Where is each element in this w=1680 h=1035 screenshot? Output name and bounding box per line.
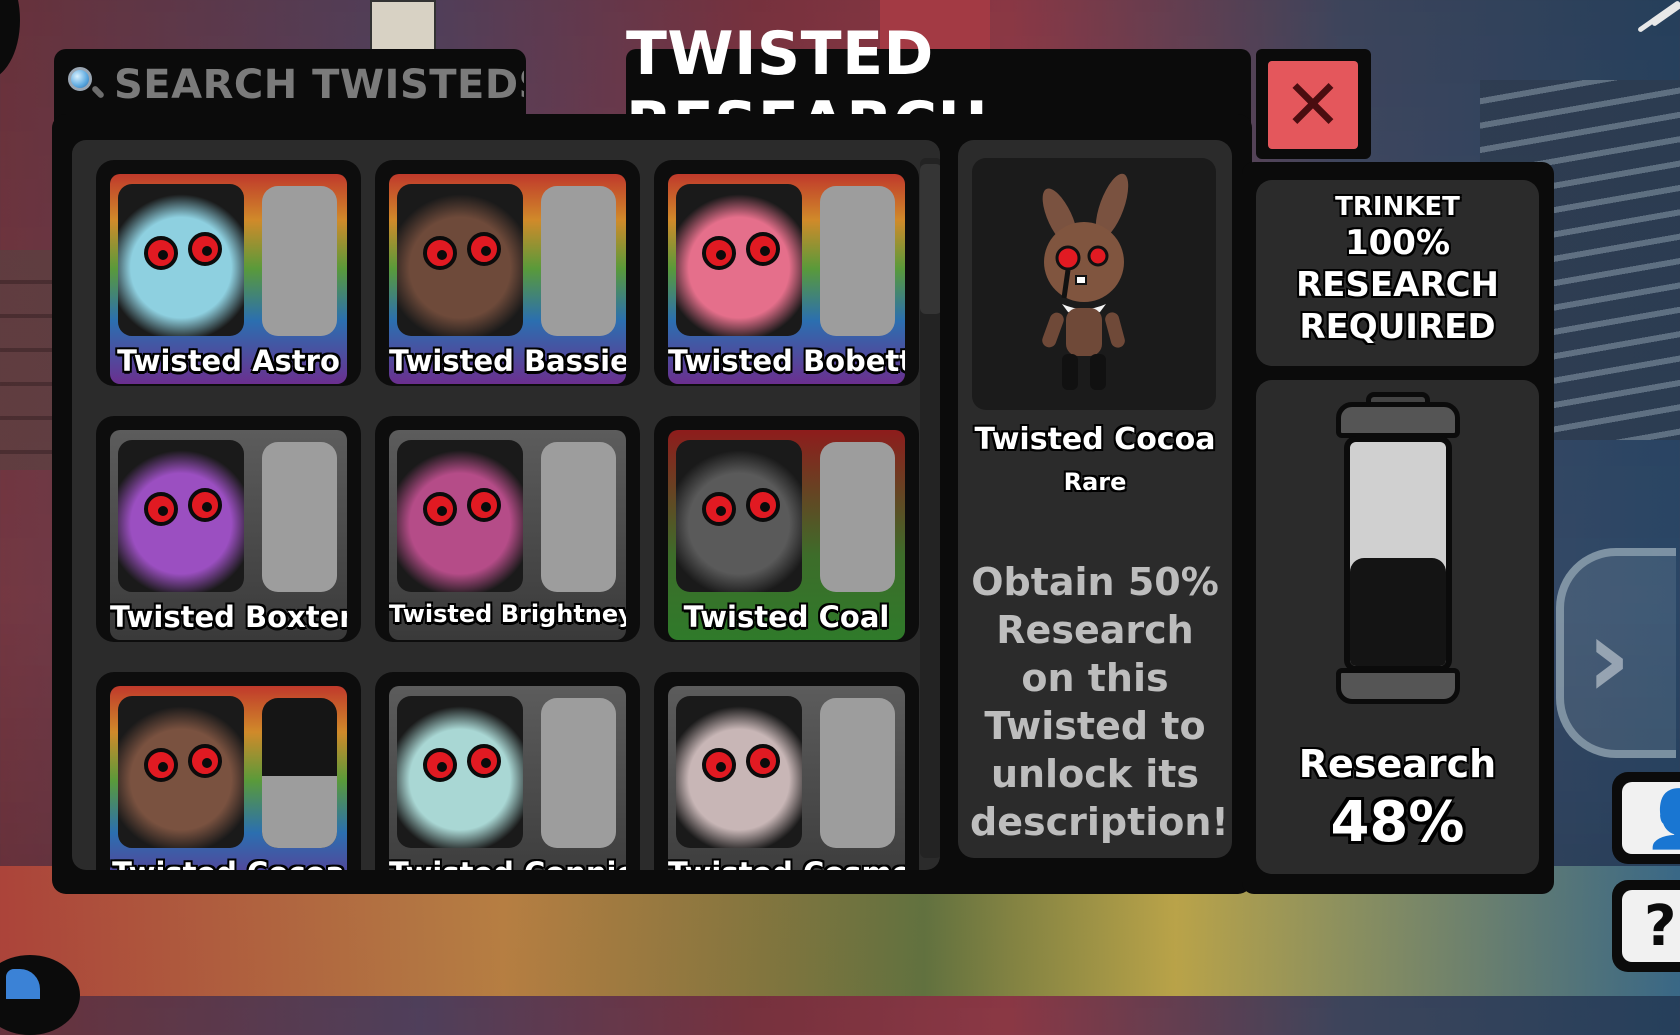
- research-percent: 48%: [1330, 790, 1465, 855]
- twisted-card-name: Twisted Cosmo: [668, 856, 905, 870]
- twisted-card-background: Twisted Cosmo: [668, 686, 905, 870]
- research-fill: [1350, 558, 1446, 666]
- twisted-card[interactable]: Twisted Coal: [654, 416, 919, 642]
- eye-icon: [746, 488, 780, 522]
- profile-button[interactable]: 👤: [1612, 772, 1680, 864]
- trinket-requirement-box: TRINKET 100% RESEARCH REQUIRED: [1256, 180, 1539, 366]
- research-canister-icon: [1326, 392, 1470, 712]
- twisted-card[interactable]: Twisted Cocoa: [96, 672, 361, 870]
- corner-hud-decoration: [0, 0, 20, 80]
- research-slot: [262, 186, 337, 336]
- eye-icon: [188, 232, 222, 266]
- twisted-card[interactable]: Twisted Cosmo: [654, 672, 919, 870]
- twisted-card-name: Twisted Cocoa: [110, 856, 347, 870]
- research-progress-box: Research 48%: [1256, 380, 1539, 874]
- detail-name: Twisted Cocoa: [974, 422, 1216, 457]
- research-slot: [262, 698, 337, 848]
- eye-icon: [188, 744, 222, 778]
- eye-icon: [702, 236, 736, 270]
- eye-icon: [423, 492, 457, 526]
- close-button[interactable]: ✕: [1268, 61, 1358, 149]
- twisted-portrait: [118, 696, 244, 848]
- research-slot: [820, 698, 895, 848]
- cocoa-figure-image: [1042, 173, 1129, 390]
- research-slot: [820, 186, 895, 336]
- research-side-panel: TRINKET 100% RESEARCH REQUIRED Research …: [1242, 162, 1554, 894]
- eye-icon: [746, 744, 780, 778]
- search-icon: [66, 65, 106, 105]
- eye-icon: [144, 748, 178, 782]
- twisted-card-name: Twisted Boxten: [110, 600, 347, 634]
- scrollbar-thumb[interactable]: [920, 164, 940, 314]
- twisted-card[interactable]: Twisted Brightney: [375, 416, 640, 642]
- research-label: Research: [1298, 742, 1497, 786]
- twisted-card-background: Twisted Bassie: [389, 174, 626, 384]
- research-slot: [541, 442, 616, 592]
- twisted-card-background: Twisted Boxten: [110, 430, 347, 640]
- eye-icon: [702, 748, 736, 782]
- twisted-portrait: [397, 184, 523, 336]
- search-input[interactable]: [112, 61, 526, 109]
- research-slot: [820, 442, 895, 592]
- background-poster: [370, 0, 436, 52]
- research-slot: [541, 186, 616, 336]
- twisted-card-background: Twisted Brightney: [389, 430, 626, 640]
- research-slot: [262, 442, 337, 592]
- twisted-portrait: [676, 184, 802, 336]
- search-bar: [54, 49, 526, 121]
- eye-icon: [467, 488, 501, 522]
- close-icon: ✕: [1283, 64, 1343, 146]
- trinket-requirement-text: 100% RESEARCH REQUIRED: [1295, 223, 1500, 347]
- twisted-card-background: Twisted Astro: [110, 174, 347, 384]
- twisted-card[interactable]: Twisted Boxten: [96, 416, 361, 642]
- twisted-card-background: Twisted Bobette: [668, 174, 905, 384]
- twisted-card-background: Twisted Coal: [668, 430, 905, 640]
- twisted-card[interactable]: Twisted Bassie: [375, 160, 640, 386]
- twisted-portrait: [397, 440, 523, 592]
- twisted-portrait: [118, 440, 244, 592]
- twisted-card-background: Twisted Connie: [389, 686, 626, 870]
- detail-portrait: [972, 158, 1216, 410]
- research-slot-fill: [262, 776, 337, 848]
- close-button-frame: ✕: [1256, 49, 1371, 159]
- twisted-portrait: [676, 696, 802, 848]
- detail-description: Obtain 50% Research on this Twisted to u…: [970, 560, 1229, 844]
- detail-rarity-badge: Rare: [1063, 468, 1127, 496]
- eye-icon: [467, 744, 501, 778]
- next-page-button[interactable]: ›: [1556, 548, 1676, 758]
- user-icon: 👤: [1644, 787, 1680, 852]
- top-right-marker-icon: [1630, 0, 1680, 33]
- twisted-card[interactable]: Twisted Connie: [375, 672, 640, 870]
- eye-icon: [467, 232, 501, 266]
- twisted-card-background: Twisted Cocoa: [110, 686, 347, 870]
- help-icon: ?: [1644, 894, 1677, 959]
- twisted-card-name: Twisted Connie: [389, 856, 626, 870]
- chevron-right-icon: ›: [1586, 594, 1632, 722]
- twisted-card[interactable]: Twisted Bobette: [654, 160, 919, 386]
- twisted-card-name: Twisted Astro: [117, 344, 340, 378]
- eye-icon: [188, 488, 222, 522]
- research-panel: Twisted Astro Twisted Bassie Twisted Bobet…: [52, 114, 1252, 894]
- twisted-portrait: [676, 440, 802, 592]
- twisted-card-name: Twisted Bassie: [389, 344, 626, 378]
- trinket-label: TRINKET: [1335, 192, 1460, 222]
- background-shelf: [0, 250, 60, 470]
- eye-icon: [423, 236, 457, 270]
- help-button[interactable]: ?: [1612, 880, 1680, 972]
- research-slot: [541, 698, 616, 848]
- twisted-card-name: Twisted Bobette: [668, 344, 905, 378]
- eye-icon: [144, 492, 178, 526]
- eye-icon: [423, 748, 457, 782]
- eye-icon: [746, 232, 780, 266]
- twisted-card[interactable]: Twisted Astro: [96, 160, 361, 386]
- twisted-grid-area[interactable]: Twisted Astro Twisted Bassie Twisted Bobet…: [72, 140, 940, 870]
- twisted-detail-panel: Twisted Cocoa Rare Obtain 50% Research o…: [958, 140, 1232, 858]
- twisted-portrait: [118, 184, 244, 336]
- eye-icon: [144, 236, 178, 270]
- twisted-card-name: Twisted Brightney: [389, 600, 626, 628]
- grid-scrollbar[interactable]: [920, 158, 940, 858]
- twisted-portrait: [397, 696, 523, 848]
- twisted-card-name: Twisted Coal: [683, 600, 890, 634]
- eye-icon: [702, 492, 736, 526]
